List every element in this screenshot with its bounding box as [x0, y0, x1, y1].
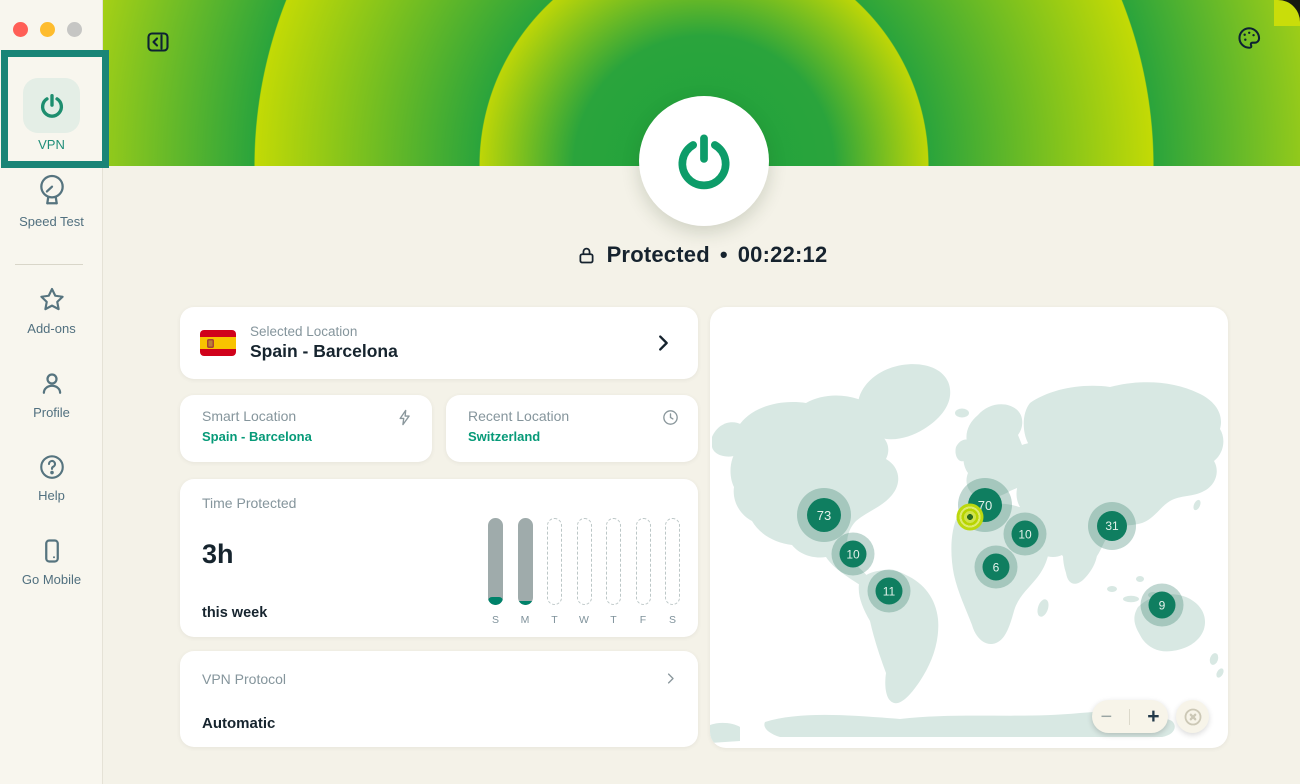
chart-bar: T	[606, 518, 621, 626]
smart-location-label: Smart Location	[202, 408, 297, 424]
clock-icon	[663, 410, 678, 425]
mobile-phone-icon	[44, 539, 59, 563]
power-icon	[40, 93, 63, 118]
map-cluster[interactable]: 10	[1011, 520, 1039, 548]
theme-palette-button[interactable]	[1236, 25, 1262, 51]
map-reset-icon	[1184, 708, 1201, 725]
recent-location-value: Switzerland	[468, 429, 541, 444]
recent-location-label: Recent Location	[468, 408, 570, 424]
close-window-button[interactable]	[13, 22, 28, 37]
power-icon	[678, 134, 730, 190]
vpn-protocol-label: VPN Protocol	[202, 671, 287, 687]
session-timer: 00:22:12	[737, 242, 828, 267]
spain-flag-icon	[200, 330, 236, 356]
sidebar-item-label: Help	[38, 488, 65, 503]
selected-location-card[interactable]: Selected Location Spain - Barcelona	[180, 307, 698, 379]
time-protected-value: 3h	[202, 539, 234, 569]
chevron-right-icon	[659, 335, 668, 351]
weekly-protection-chart: S M T W T F S	[488, 518, 680, 626]
map-cluster[interactable]: 9	[1148, 591, 1176, 619]
vpn-protocol-value: Automatic	[202, 715, 276, 732]
zoom-out-button[interactable]: −	[1101, 707, 1113, 727]
status-separator: •	[719, 242, 728, 267]
map-reset-button[interactable]	[1176, 700, 1209, 733]
selected-location-label: Selected Location	[250, 324, 358, 339]
collapse-sidebar-icon	[147, 32, 169, 52]
map-cluster[interactable]: 11	[875, 577, 903, 605]
sidebar-item-vpn[interactable]: VPN	[0, 78, 103, 152]
world-map-card: 73 10 11 70 10 6 31 9 − +	[710, 307, 1228, 748]
map-cluster[interactable]: 73	[807, 498, 841, 532]
app-window: VPN Speed Test Add-ons Profile Help Go M…	[0, 0, 1300, 784]
vpn-protocol-card[interactable]: VPN Protocol Automatic	[180, 651, 698, 747]
power-button[interactable]	[639, 96, 769, 226]
speedometer-icon	[39, 174, 64, 205]
vpn-tile	[23, 78, 80, 133]
smart-location-value: Spain - Barcelona	[202, 429, 312, 444]
person-icon	[42, 373, 61, 394]
map-cluster[interactable]: 31	[1097, 511, 1127, 541]
time-protected-label: Time Protected	[202, 495, 297, 511]
connection-status: Protected • 00:22:12	[103, 242, 1300, 268]
sidebar-item-label: Speed Test	[19, 214, 84, 229]
collapse-sidebar-button[interactable]	[146, 30, 170, 54]
time-protected-card: Time Protected 3h this week S M T W T F …	[180, 479, 698, 637]
chart-bar: S	[488, 518, 503, 626]
zoom-window-button[interactable]	[67, 22, 82, 37]
lock-icon	[579, 247, 594, 263]
status-label: Protected	[606, 242, 710, 267]
window-controls	[13, 22, 82, 37]
chevron-right-icon	[667, 673, 674, 684]
sidebar-item-add-ons[interactable]: Add-ons	[0, 285, 103, 336]
recent-location-card[interactable]: Recent Location Switzerland	[446, 395, 698, 462]
zoom-divider	[1129, 708, 1131, 725]
sidebar-item-label: VPN	[38, 137, 65, 152]
sidebar-item-speed-test[interactable]: Speed Test	[0, 172, 103, 229]
sidebar-item-label: Profile	[33, 405, 70, 420]
zoom-in-button[interactable]: +	[1147, 706, 1159, 727]
sidebar-divider	[15, 264, 83, 265]
minimize-window-button[interactable]	[40, 22, 55, 37]
current-location-marker	[956, 503, 984, 531]
sidebar-item-profile[interactable]: Profile	[0, 369, 103, 420]
sidebar-item-label: Add-ons	[27, 321, 76, 336]
chart-bar: M	[517, 518, 533, 626]
sidebar: VPN Speed Test Add-ons Profile Help Go M…	[0, 0, 103, 784]
chart-bar: T	[547, 518, 562, 626]
sidebar-item-go-mobile[interactable]: Go Mobile	[0, 536, 103, 587]
smart-location-card[interactable]: Smart Location Spain - Barcelona	[180, 395, 432, 462]
time-protected-subtitle: this week	[202, 605, 268, 621]
palette-icon	[1238, 27, 1261, 49]
chart-bar: F	[635, 518, 651, 626]
chart-bar: S	[665, 518, 680, 626]
window-corner	[1274, 0, 1300, 26]
sidebar-item-label: Go Mobile	[21, 572, 82, 587]
map-cluster[interactable]: 6	[982, 553, 1010, 581]
star-icon	[39, 287, 64, 311]
map-cluster[interactable]: 10	[839, 540, 867, 568]
sidebar-item-help[interactable]: Help	[0, 452, 103, 503]
lightning-bolt-icon	[399, 409, 410, 426]
help-icon	[39, 455, 64, 479]
selected-location-value: Spain - Barcelona	[250, 341, 398, 361]
chart-bar: W	[576, 518, 592, 626]
map-zoom-controls: − +	[1092, 700, 1168, 733]
